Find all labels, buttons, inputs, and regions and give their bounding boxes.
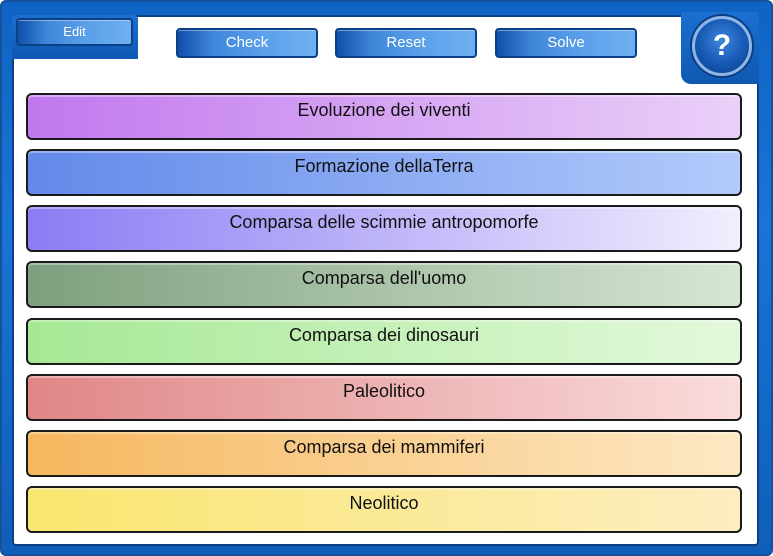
sortable-item[interactable]: Comparsa dei mammiferi [26, 430, 742, 477]
reset-button[interactable]: Reset [335, 28, 477, 58]
sortable-item[interactable]: Paleolitico [26, 374, 742, 421]
sortable-item[interactable]: Comparsa dei dinosauri [26, 318, 742, 365]
solve-button[interactable]: Solve [495, 28, 637, 58]
help-icon[interactable]: ? [692, 16, 752, 76]
sortable-item[interactable]: Comparsa dell'uomo [26, 261, 742, 308]
edit-button[interactable]: Edit [16, 18, 133, 46]
sortable-item[interactable]: Formazione dellaTerra [26, 149, 742, 196]
sortable-item[interactable]: Neolitico [26, 486, 742, 533]
check-button[interactable]: Check [176, 28, 318, 58]
sortable-item[interactable]: Evoluzione dei viventi [26, 93, 742, 140]
sortable-item[interactable]: Comparsa delle scimmie antropomorfe [26, 205, 742, 252]
